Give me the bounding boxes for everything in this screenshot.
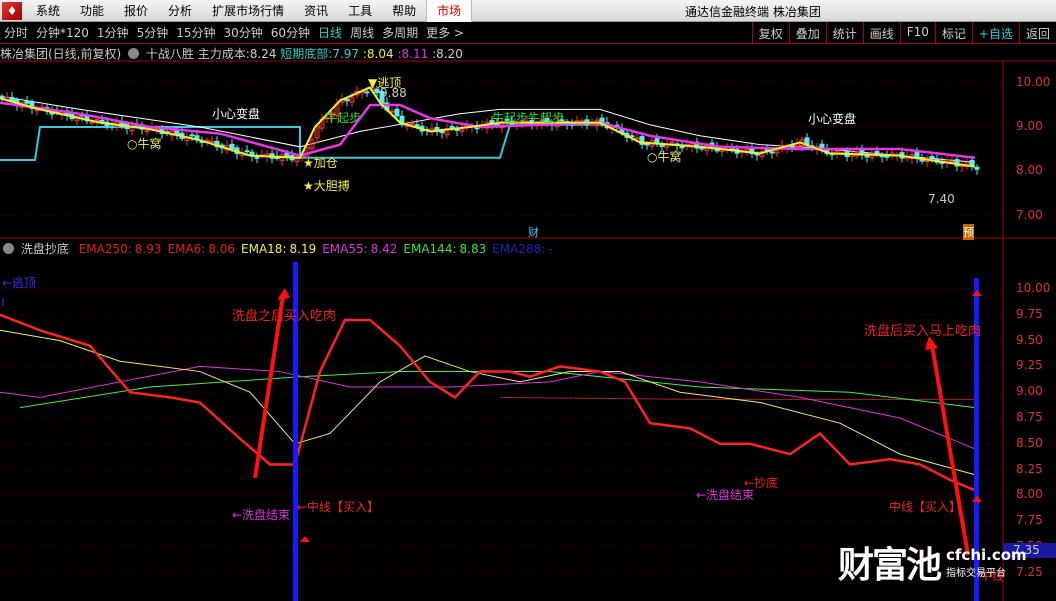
caution-label: 小心变盘 <box>808 112 857 126</box>
note-label: 洗盘之后买入吃肉 <box>232 309 337 324</box>
bull-nest-label: ○牛窝 <box>647 150 682 164</box>
candle <box>654 138 660 144</box>
candle <box>699 147 705 150</box>
arrow-head-icon <box>277 288 290 300</box>
bull-start-label: 牛起步 <box>325 111 362 125</box>
axis-label: 8.75 <box>1016 410 1043 424</box>
axis-label: 8.00 <box>1016 163 1043 177</box>
bold-bet-label: ★大胆搏 <box>303 179 350 193</box>
ema55-line <box>0 365 976 450</box>
axis-label: 8.00 <box>1016 487 1043 502</box>
candle <box>209 140 215 143</box>
arrow-line <box>930 344 970 556</box>
high-price-label: 9.88 <box>380 86 407 100</box>
axis-label: 9.50 <box>1016 332 1043 347</box>
candle <box>409 122 415 125</box>
watermark-slogan: 指标交易平台 <box>946 567 1007 579</box>
axis-label: 9.25 <box>1016 358 1043 373</box>
ema6-line <box>0 313 976 492</box>
watermark-brand: 财富池 <box>838 545 942 586</box>
candle <box>229 143 235 150</box>
axis-label: 9.75 <box>1016 306 1043 321</box>
caution-label: 小心变盘 <box>212 107 261 121</box>
mid-buy-label: ←中线【买入】 <box>297 500 380 514</box>
watermark-domain: cfchi.com <box>946 545 1027 564</box>
candle <box>394 108 400 117</box>
wash-end-label: ←洗盘结束 <box>232 508 291 522</box>
up-arrow-icon <box>972 496 982 502</box>
candle <box>669 141 675 144</box>
bull-start-label: 牛起步牛起步 <box>492 111 565 125</box>
axis-label: 7.00 <box>1016 208 1043 222</box>
ema18-line <box>0 329 976 476</box>
axis-label: 8.50 <box>1016 435 1043 450</box>
candle <box>24 101 30 104</box>
axis-label: 10.00 <box>1016 75 1051 89</box>
finance-marker[interactable]: 财 <box>528 224 539 240</box>
candle <box>364 91 370 94</box>
candle <box>99 119 105 122</box>
axis-label: 9.00 <box>1016 384 1043 399</box>
axis-label: 9.00 <box>1016 119 1043 133</box>
candle <box>969 159 975 167</box>
bull-nest-label: ○牛窝 <box>127 137 162 151</box>
candle <box>254 156 260 159</box>
candle <box>634 137 640 140</box>
candle <box>414 124 420 127</box>
candle <box>89 121 95 124</box>
up-arrow-icon <box>300 536 310 542</box>
candle <box>449 125 455 128</box>
candle <box>144 130 150 133</box>
axis-label: 8.25 <box>1016 461 1043 476</box>
candle <box>439 130 445 134</box>
escape-top-label: ←逃顶 <box>2 276 37 290</box>
candle <box>929 156 935 159</box>
candle <box>864 155 870 158</box>
candle <box>344 98 350 102</box>
bottom-fish-label: ←抄底 <box>744 476 779 490</box>
add-position-label: ★加仓 <box>303 156 338 170</box>
candle <box>94 118 100 121</box>
axis-label: 10.00 <box>1016 281 1051 295</box>
mid-buy-label: 中线【买入】 <box>889 500 962 514</box>
candle <box>244 150 250 153</box>
candle <box>884 155 890 158</box>
up-arrow-icon <box>972 290 982 296</box>
candle <box>189 134 195 137</box>
candle <box>769 151 775 154</box>
axis-label: 7.75 <box>1016 513 1043 528</box>
candle <box>819 143 825 149</box>
low-price-label: 7.40 <box>928 192 955 206</box>
note-label: 洗盘后买入马上吃肉 <box>864 324 982 339</box>
forecast-marker[interactable]: 预 <box>963 224 974 240</box>
candle <box>874 150 880 154</box>
candle <box>974 166 980 170</box>
candle <box>644 143 650 146</box>
watermark: 财富池 cfchi.com 指标交易平台 <box>838 536 1027 588</box>
